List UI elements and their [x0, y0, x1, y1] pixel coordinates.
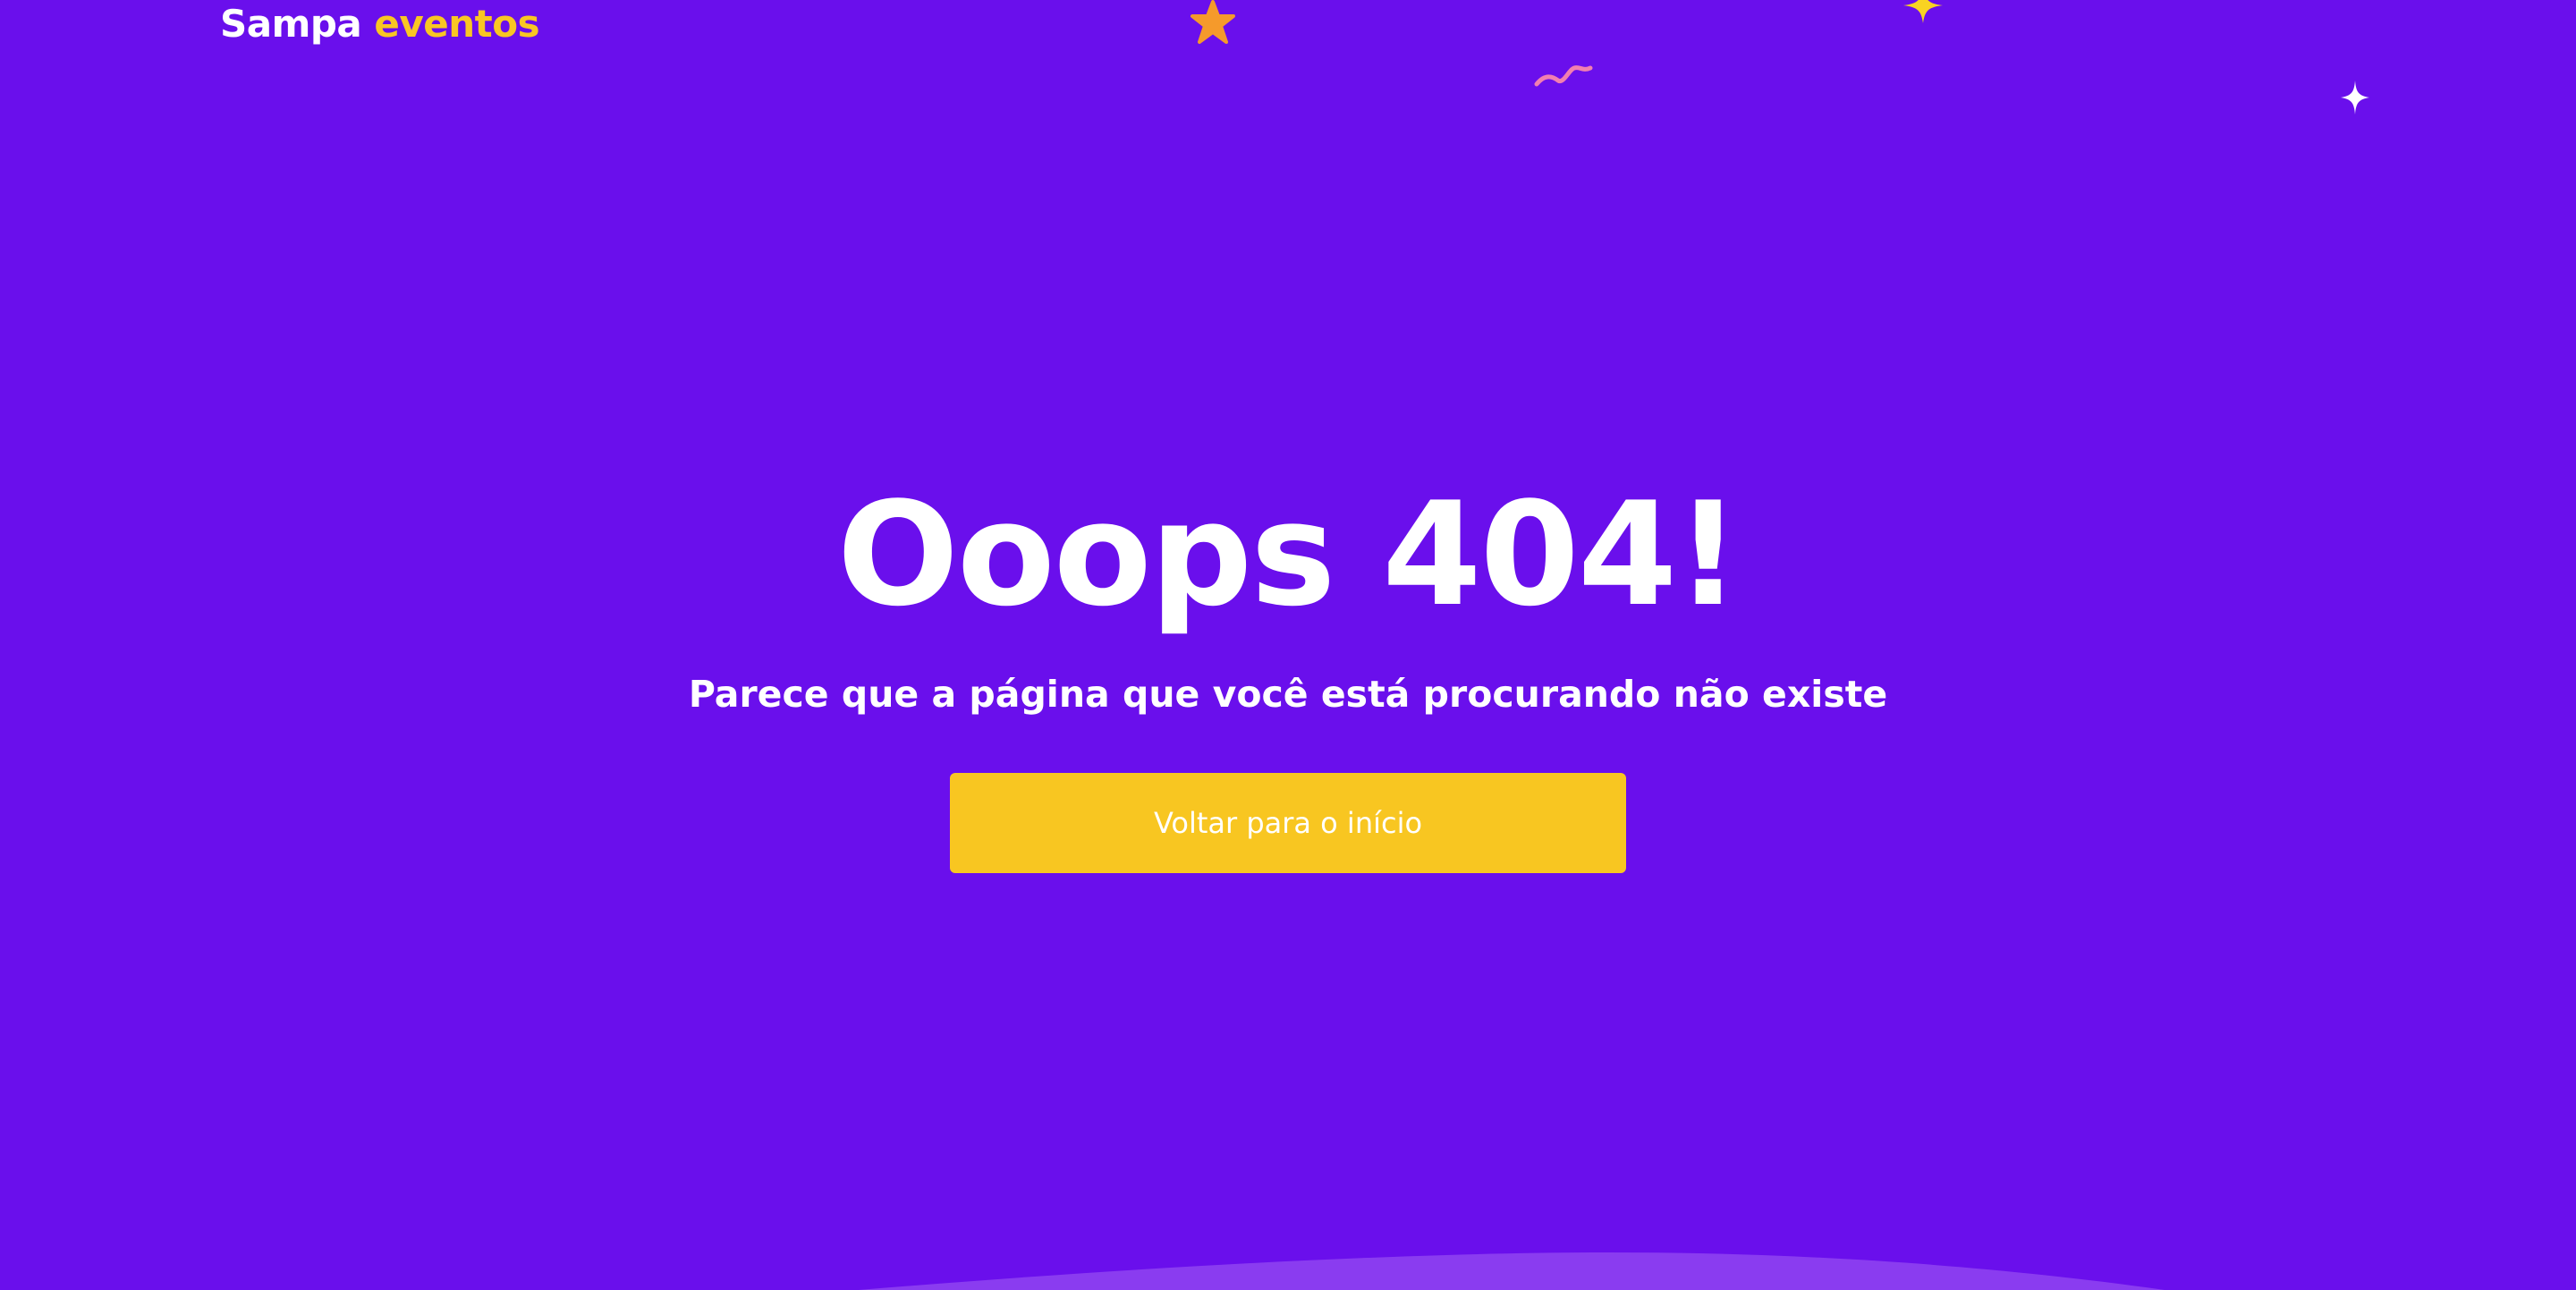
site-logo[interactable]: Sampa eventos: [220, 2, 540, 46]
error-subtitle: Parece que a página que você está procur…: [688, 673, 1888, 716]
back-home-button[interactable]: Voltar para o início: [950, 773, 1626, 873]
pink-squiggle-icon: [1534, 65, 1593, 87]
bottom-wave: [859, 1252, 2165, 1290]
not-found-page: Sampa eventos Ooops 404! Parece que a pá…: [0, 0, 2576, 1290]
white-sparkle-icon: [2341, 81, 2369, 115]
error-content: Ooops 404! Parece que a página que você …: [0, 465, 2576, 873]
error-title: Ooops 404!: [836, 471, 1741, 638]
logo-accent-text: eventos: [374, 2, 540, 46]
logo-primary-text: Sampa: [220, 2, 362, 46]
orange-star-icon: [1191, 0, 1235, 44]
yellow-sparkle-icon: [1903, 0, 1943, 23]
